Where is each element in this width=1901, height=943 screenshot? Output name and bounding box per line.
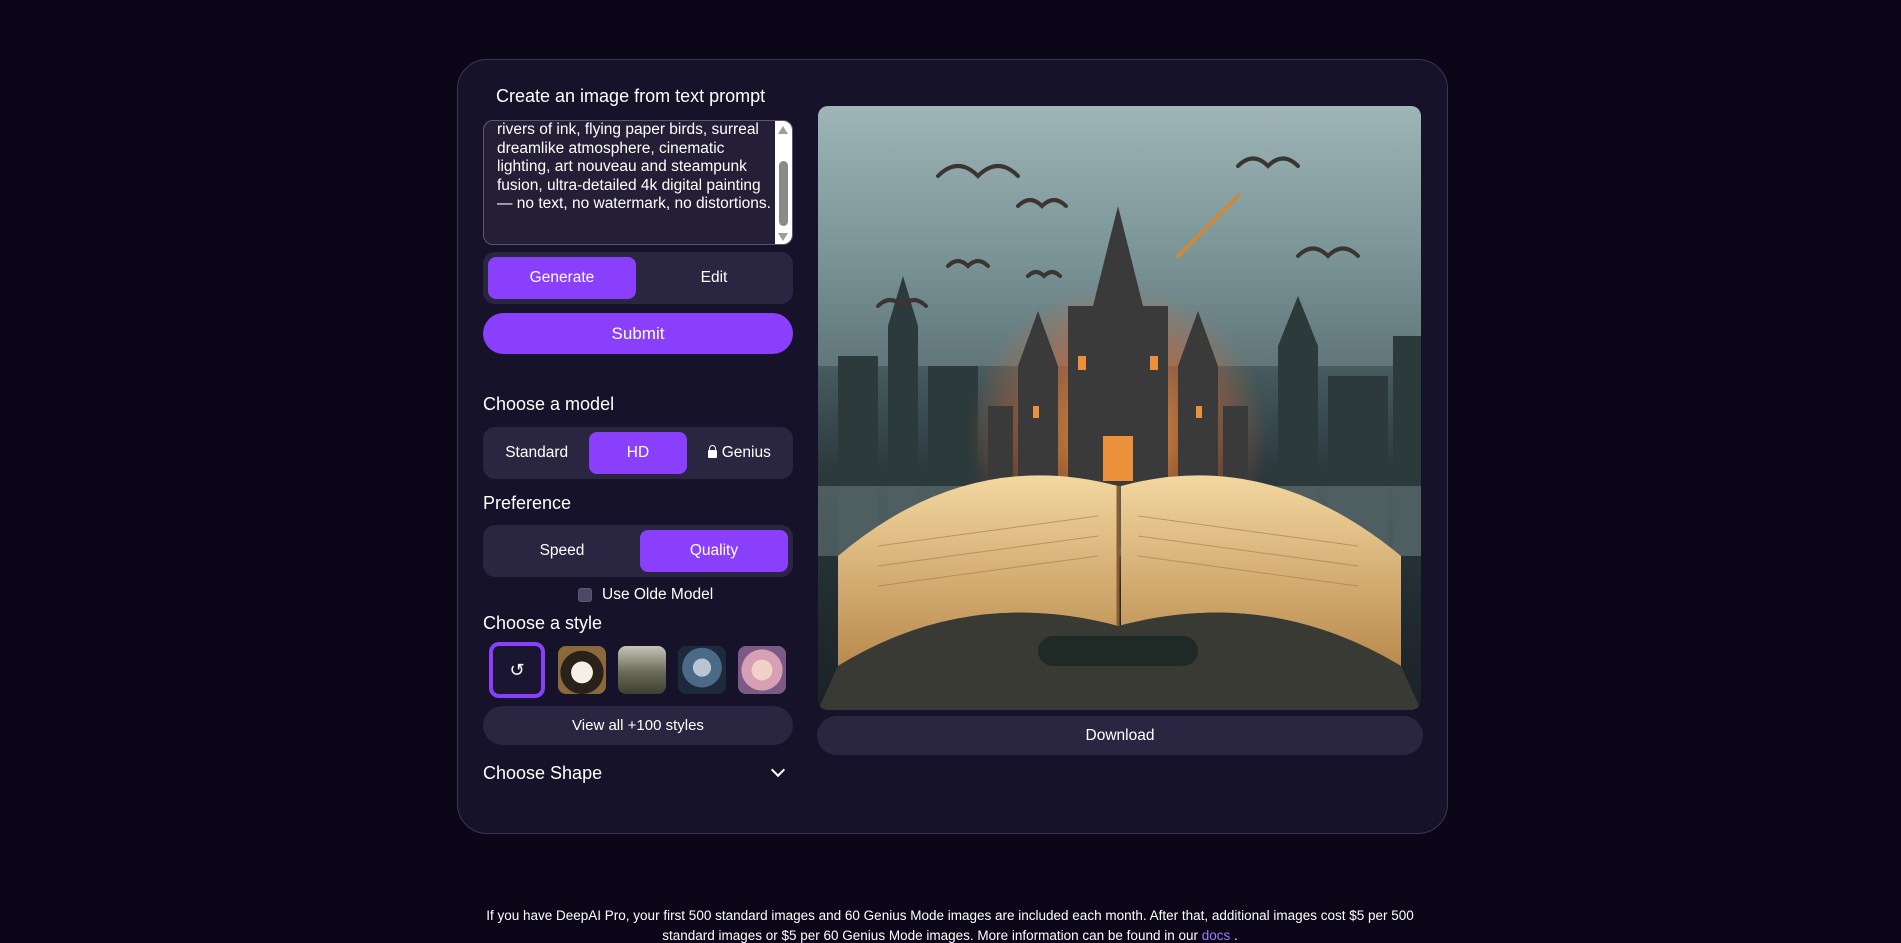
- olde-model-checkbox[interactable]: [578, 588, 592, 602]
- prompt-textarea[interactable]: rivers of ink, flying paper birds, surre…: [483, 120, 793, 245]
- edit-tab[interactable]: Edit: [640, 257, 788, 299]
- generator-panel: Create an image from text prompt rivers …: [457, 59, 1448, 834]
- download-button[interactable]: Download: [817, 716, 1423, 755]
- no-style-icon: ↺: [509, 660, 525, 680]
- chevron-down-icon: [770, 762, 786, 778]
- mode-switch: Generate Edit: [483, 252, 793, 304]
- choose-model-label: Choose a model: [483, 394, 615, 414]
- choose-shape-dropdown[interactable]: Choose Shape: [483, 760, 793, 786]
- olde-model-label: Use Olde Model: [602, 586, 714, 603]
- page: Create an image from text prompt rivers …: [0, 0, 1901, 943]
- preference-speed-option[interactable]: Speed: [488, 530, 636, 572]
- generated-image: [818, 106, 1421, 710]
- lock-icon: [707, 445, 717, 458]
- olde-model-row[interactable]: Use Olde Model: [578, 585, 713, 605]
- scroll-down-arrow-icon[interactable]: [778, 233, 788, 241]
- style-thumbnails: ↺: [489, 642, 789, 698]
- scroll-thumb[interactable]: [779, 161, 788, 226]
- choose-shape-label: Choose Shape: [483, 762, 603, 783]
- model-standard-option[interactable]: Standard: [488, 432, 585, 474]
- submit-button[interactable]: Submit: [483, 313, 793, 354]
- scroll-up-arrow-icon[interactable]: [778, 126, 788, 134]
- style-option-anime-girl[interactable]: [738, 646, 786, 694]
- pricing-note-end: .: [1230, 928, 1238, 943]
- choose-style-label: Choose a style: [483, 613, 603, 633]
- preference-switch: Speed Quality: [483, 525, 793, 577]
- model-genius-label: Genius: [721, 444, 771, 461]
- preference-label: Preference: [483, 493, 572, 513]
- style-option-panda[interactable]: [558, 646, 606, 694]
- style-option-astronaut[interactable]: [678, 646, 726, 694]
- preference-quality-option[interactable]: Quality: [640, 530, 788, 572]
- style-option-forest[interactable]: [618, 646, 666, 694]
- docs-link[interactable]: docs: [1202, 928, 1231, 943]
- prompt-scrollbar[interactable]: [775, 121, 792, 244]
- pricing-note-text: If you have DeepAI Pro, your first 500 s…: [486, 908, 1414, 943]
- generate-tab[interactable]: Generate: [488, 257, 636, 299]
- pricing-note: If you have DeepAI Pro, your first 500 s…: [460, 906, 1440, 943]
- prompt-text: rivers of ink, flying paper birds, surre…: [497, 121, 771, 212]
- panel-title: Create an image from text prompt: [496, 86, 766, 106]
- model-switch: Standard HD Genius: [483, 427, 793, 479]
- view-all-styles-button[interactable]: View all +100 styles: [483, 706, 793, 745]
- model-genius-option[interactable]: Genius: [691, 432, 788, 474]
- style-option-none[interactable]: ↺: [489, 642, 545, 698]
- generated-image-art: [818, 106, 1421, 710]
- model-hd-option[interactable]: HD: [589, 432, 687, 474]
